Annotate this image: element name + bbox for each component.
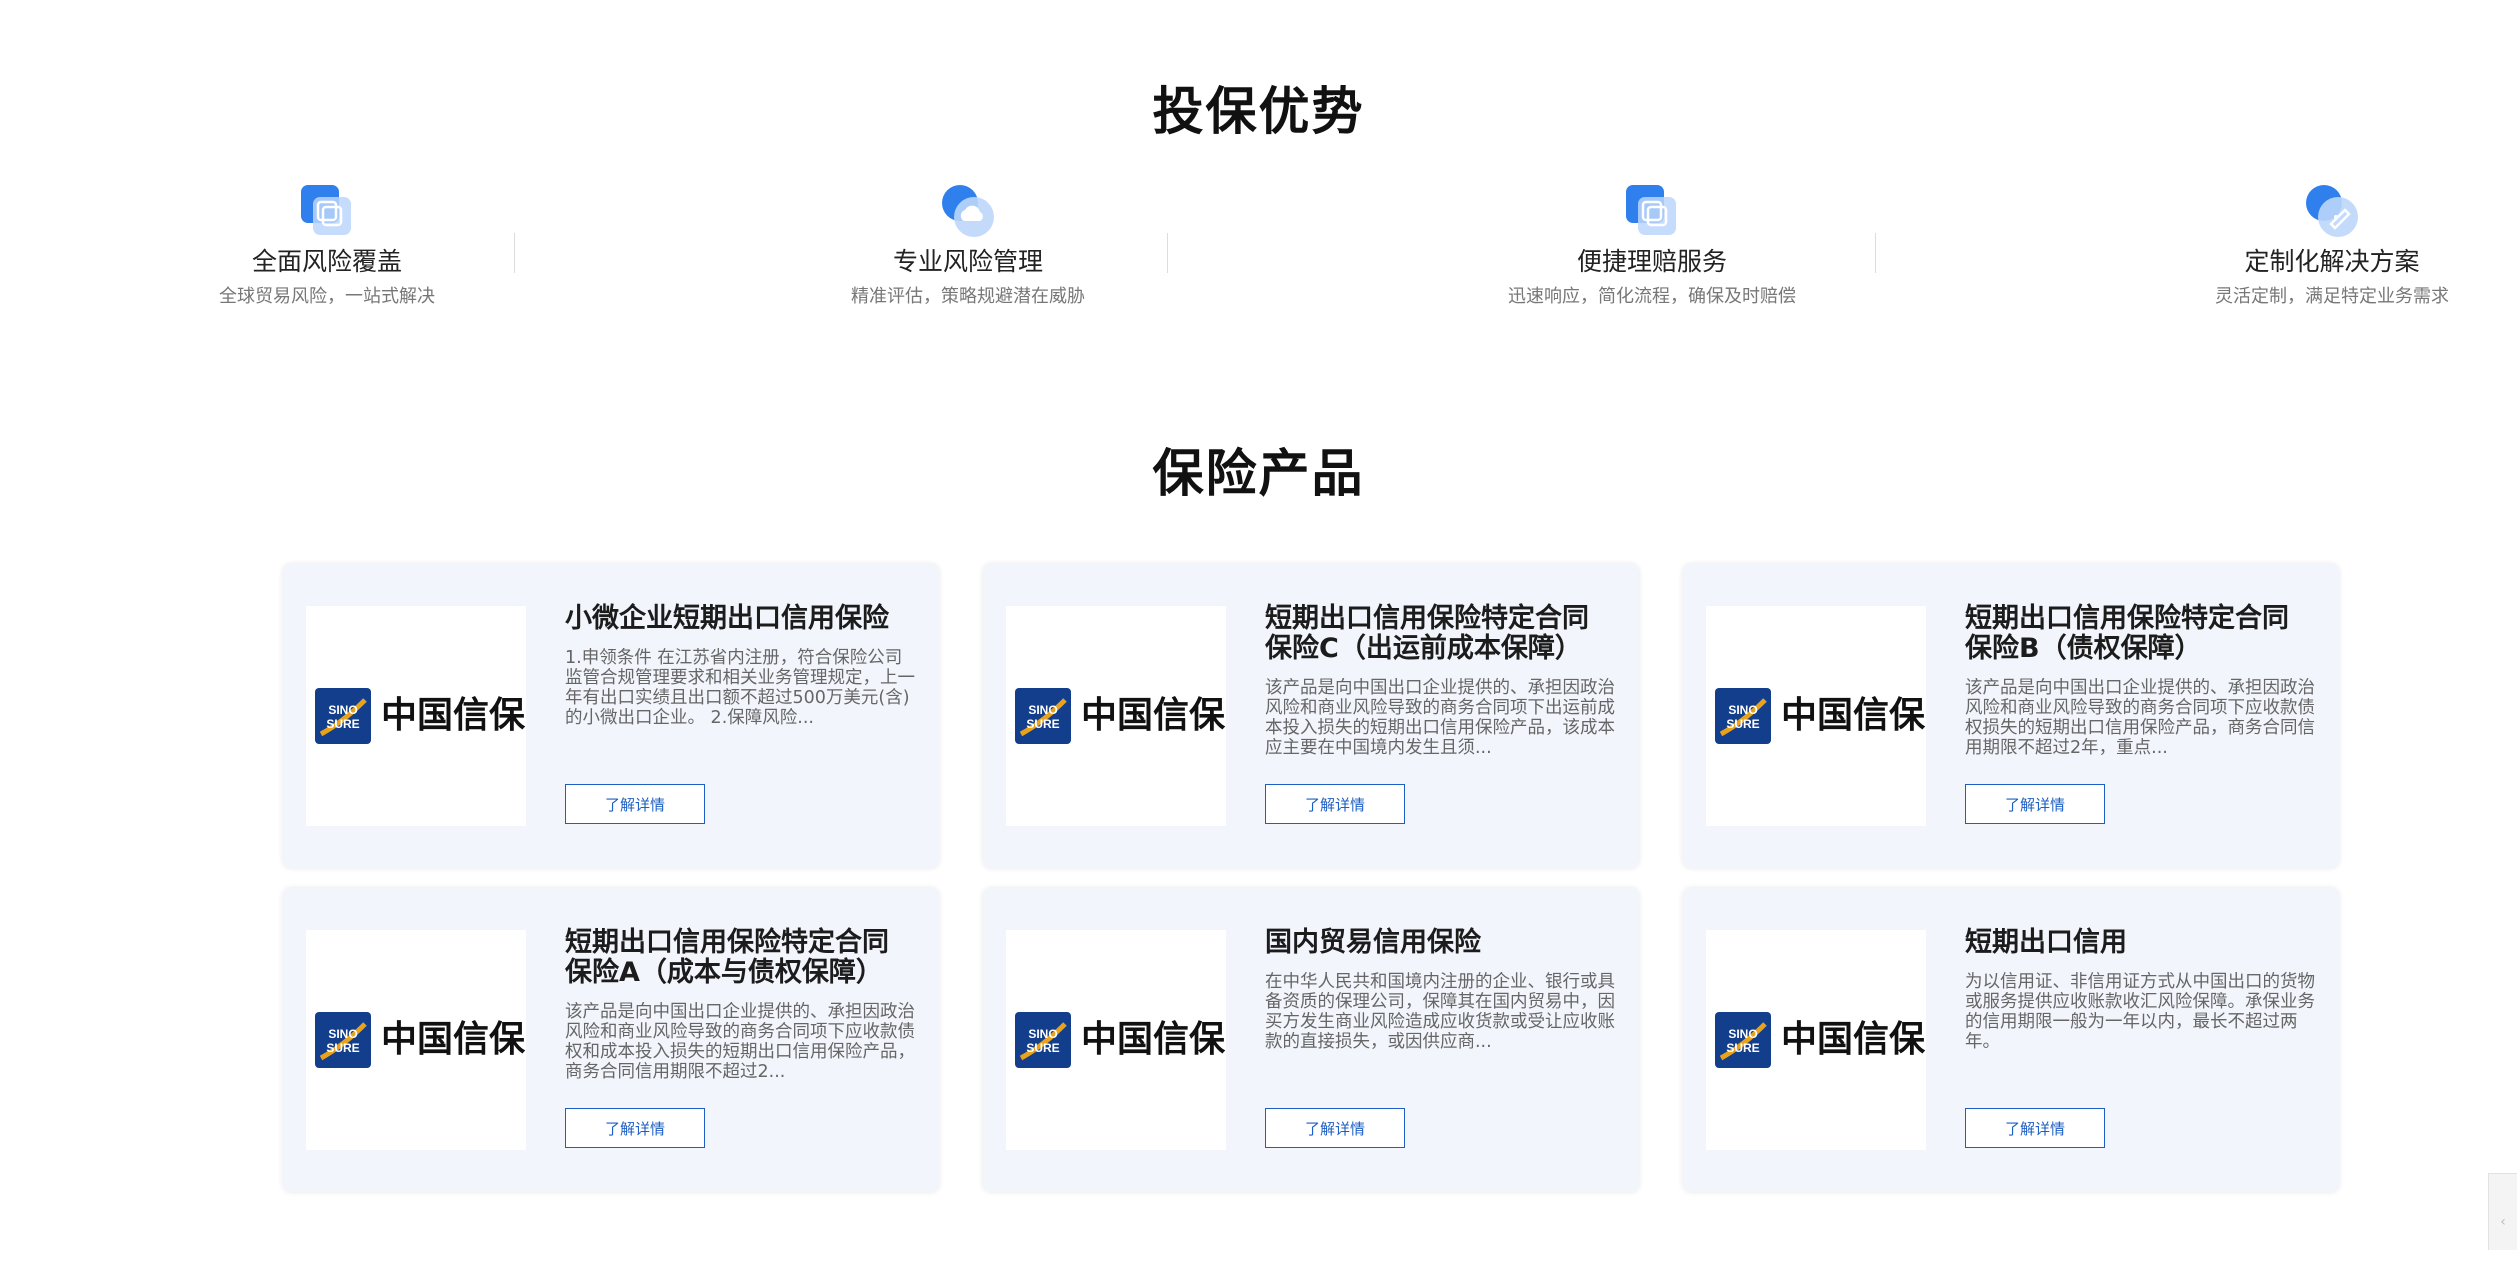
details-button[interactable]: 了解详情	[1265, 1108, 1405, 1148]
product-desc: 该产品是向中国出口企业提供的、承担因政治风险和商业风险导致的商务合同项下出运前成…	[1265, 678, 1615, 758]
sinosure-logo-icon: SINO SURE	[1715, 688, 1771, 744]
advantage-item-claims: 便捷理赔服务 迅速响应，简化流程，确保及时赔偿	[1442, 183, 1862, 309]
product-logo: SINO SURE 中国信保	[1006, 606, 1226, 826]
product-title[interactable]: 短期出口信用	[1965, 928, 2315, 958]
advantage-name: 定制化解决方案	[2122, 245, 2517, 279]
advantages-title: 投保优势	[0, 70, 2517, 144]
product-card: SINO SURE 中国信保 国内贸易信用保险 在中华人民共和国境内注册的企业、…	[983, 888, 1639, 1192]
details-button[interactable]: 了解详情	[1265, 784, 1405, 824]
product-desc: 在中华人民共和国境内注册的企业、银行或具备资质的保理公司，保障其在国内贸易中，因…	[1265, 972, 1615, 1052]
sinosure-logo-icon: SINO SURE	[1015, 688, 1071, 744]
product-logo: SINO SURE 中国信保	[306, 606, 526, 826]
product-desc: 1.申领条件 在江苏省内注册，符合保险公司监管合规管理要求和相关业务管理规定，上…	[565, 648, 915, 728]
svg-text:SINO: SINO	[1028, 703, 1057, 717]
logo-text: 中国信保	[1081, 692, 1225, 740]
advantage-desc: 灵活定制，满足特定业务需求	[2122, 285, 2517, 309]
svg-text:SINO: SINO	[1728, 1027, 1757, 1041]
product-title[interactable]: 短期出口信用保险特定合同保险C（出运前成本保障）	[1265, 604, 1615, 664]
product-card: SINO SURE 中国信保 短期出口信用保险特定合同保险A（成本与债权保障） …	[283, 888, 939, 1192]
logo-text: 中国信保	[381, 1016, 525, 1064]
product-logo: SINO SURE 中国信保	[306, 930, 526, 1150]
svg-text:SURE: SURE	[1026, 1041, 1059, 1055]
advantage-name: 便捷理赔服务	[1442, 245, 1862, 279]
product-card: SINO SURE 中国信保 短期出口信用保险特定合同保险C（出运前成本保障） …	[983, 564, 1639, 868]
chevron-left-icon[interactable]: ‹	[2488, 1173, 2517, 1250]
advantage-item-custom-solution: 定制化解决方案 灵活定制，满足特定业务需求	[2122, 183, 2517, 309]
product-logo: SINO SURE 中国信保	[1706, 930, 1926, 1150]
logo-text: 中国信保	[1781, 692, 1925, 740]
advantage-item-risk-management: 专业风险管理 精准评估，策略规避潜在威胁	[758, 183, 1178, 309]
details-button[interactable]: 了解详情	[565, 1108, 705, 1148]
svg-text:SINO: SINO	[328, 1027, 357, 1041]
logo-text: 中国信保	[1781, 1016, 1925, 1064]
sinosure-logo-icon: SINO SURE	[315, 688, 371, 744]
product-logo: SINO SURE 中国信保	[1006, 930, 1226, 1150]
advantage-desc: 精准评估，策略规避潜在威胁	[758, 285, 1178, 309]
product-logo: SINO SURE 中国信保	[1706, 606, 1926, 826]
product-title[interactable]: 国内贸易信用保险	[1265, 928, 1615, 958]
product-desc: 为以信用证、非信用证方式从中国出口的货物或服务提供应收账款收汇风险保障。承保业务…	[1965, 972, 2315, 1052]
svg-text:SURE: SURE	[326, 1041, 359, 1055]
advantage-desc: 全球贸易风险，一站式解决	[117, 285, 537, 309]
svg-text:SURE: SURE	[1026, 717, 1059, 731]
advantage-name: 全面风险覆盖	[117, 245, 537, 279]
svg-text:SURE: SURE	[1726, 1041, 1759, 1055]
coverage-icon	[299, 183, 355, 239]
product-desc: 该产品是向中国出口企业提供的、承担因政治风险和商业风险导致的商务合同项下应收款债…	[565, 1002, 915, 1082]
product-card: SINO SURE 中国信保 小微企业短期出口信用保险 1.申领条件 在江苏省内…	[283, 564, 939, 868]
advantage-divider	[1875, 233, 1876, 273]
products-title: 保险产品	[0, 432, 2517, 506]
sinosure-logo-icon: SINO SURE	[1015, 1012, 1071, 1068]
product-title[interactable]: 小微企业短期出口信用保险	[565, 604, 915, 634]
svg-text:SINO: SINO	[328, 703, 357, 717]
sinosure-logo-icon: SINO SURE	[315, 1012, 371, 1068]
product-title[interactable]: 短期出口信用保险特定合同保险B（债权保障）	[1965, 604, 2315, 664]
custom-solution-icon	[2304, 183, 2360, 239]
sinosure-logo-icon: SINO SURE	[1715, 1012, 1771, 1068]
advantage-divider	[514, 233, 515, 273]
product-desc: 该产品是向中国出口企业提供的、承担因政治风险和商业风险导致的商务合同项下应收款债…	[1965, 678, 2315, 758]
product-card: SINO SURE 中国信保 短期出口信用保险特定合同保险B（债权保障） 该产品…	[1683, 564, 2339, 868]
details-button[interactable]: 了解详情	[1965, 784, 2105, 824]
details-button[interactable]: 了解详情	[565, 784, 705, 824]
svg-text:SURE: SURE	[1726, 717, 1759, 731]
claims-icon	[1624, 183, 1680, 239]
svg-text:SINO: SINO	[1028, 1027, 1057, 1041]
svg-text:SINO: SINO	[1728, 703, 1757, 717]
advantage-item-coverage: 全面风险覆盖 全球贸易风险，一站式解决	[117, 183, 537, 309]
logo-text: 中国信保	[1081, 1016, 1225, 1064]
logo-text: 中国信保	[381, 692, 525, 740]
details-button[interactable]: 了解详情	[1965, 1108, 2105, 1148]
cloud-risk-icon	[940, 183, 996, 239]
svg-text:SURE: SURE	[326, 717, 359, 731]
advantage-desc: 迅速响应，简化流程，确保及时赔偿	[1442, 285, 1862, 309]
advantage-name: 专业风险管理	[758, 245, 1178, 279]
product-card: SINO SURE 中国信保 短期出口信用 为以信用证、非信用证方式从中国出口的…	[1683, 888, 2339, 1192]
product-title[interactable]: 短期出口信用保险特定合同保险A（成本与债权保障）	[565, 928, 915, 988]
advantage-divider	[1167, 233, 1168, 273]
